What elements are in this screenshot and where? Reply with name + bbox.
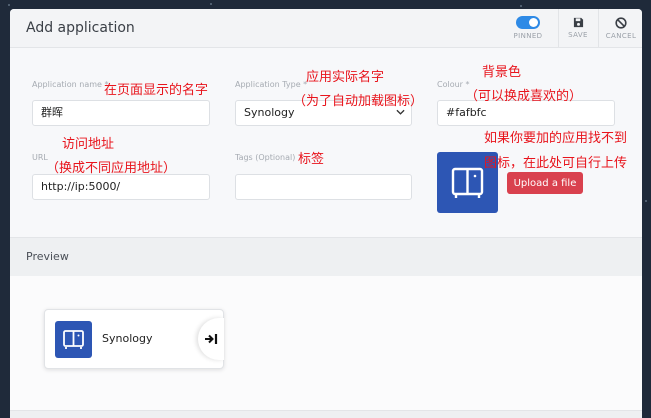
app-preview-tile [55, 321, 92, 358]
annotation-url-2: （换成不同应用地址） [46, 161, 177, 176]
annotation-url-1: 访问地址 [62, 137, 115, 152]
annotation-colour-2: （可以换成喜欢的） [465, 89, 583, 104]
toggle-icon [516, 16, 540, 29]
app-preview-card[interactable]: Synology [44, 309, 224, 369]
preview-title: Preview [26, 250, 69, 263]
pinned-label: PINNED [513, 32, 543, 40]
tags-label: Tags (Optional) [235, 153, 296, 162]
application-name-label: Application name * [32, 80, 109, 89]
url-input[interactable]: http://ip:5000/ [32, 174, 210, 200]
application-name-input[interactable]: 群晖 [32, 100, 210, 126]
annotation-icon-2: 图标，在此处可自行上传 [484, 156, 628, 171]
annotation-name: 在页面显示的名字 [104, 83, 209, 98]
application-type-value: Synology [244, 106, 295, 119]
annotation-type-1: 应用实际名字 [306, 70, 385, 85]
cancel-icon [615, 16, 627, 29]
open-app-button[interactable] [198, 318, 224, 360]
cancel-label: CANCEL [605, 31, 637, 40]
annotation-type-2: （为了自动加载图标） [293, 94, 424, 109]
tags-input[interactable] [235, 174, 412, 200]
synology-nas-icon [63, 330, 84, 349]
pinned-toggle-button[interactable]: PINNED [505, 9, 551, 47]
dialog-title: Add application [26, 20, 135, 36]
add-application-dialog: Add application PINNED SAVE CANCEL Appli… [10, 9, 642, 418]
bottom-bar [10, 410, 642, 418]
application-type-label: Application Type * [235, 80, 308, 89]
save-icon [573, 17, 583, 28]
annotation-tags: 标签 [298, 152, 325, 167]
chevron-down-icon [396, 109, 405, 115]
save-button[interactable]: SAVE [558, 9, 597, 47]
cancel-button[interactable]: CANCEL [598, 9, 642, 47]
upload-file-button[interactable]: Upload a file [507, 172, 583, 194]
app-preview-name: Synology [102, 332, 153, 345]
annotation-icon-1: 如果你要加的应用找不到 [484, 131, 628, 146]
annotation-colour-1: 背景色 [482, 65, 522, 80]
open-arrow-icon [205, 334, 218, 344]
dialog-header: Add application PINNED SAVE CANCEL [10, 9, 642, 48]
preview-header: Preview [10, 237, 642, 277]
save-label: SAVE [568, 31, 588, 39]
